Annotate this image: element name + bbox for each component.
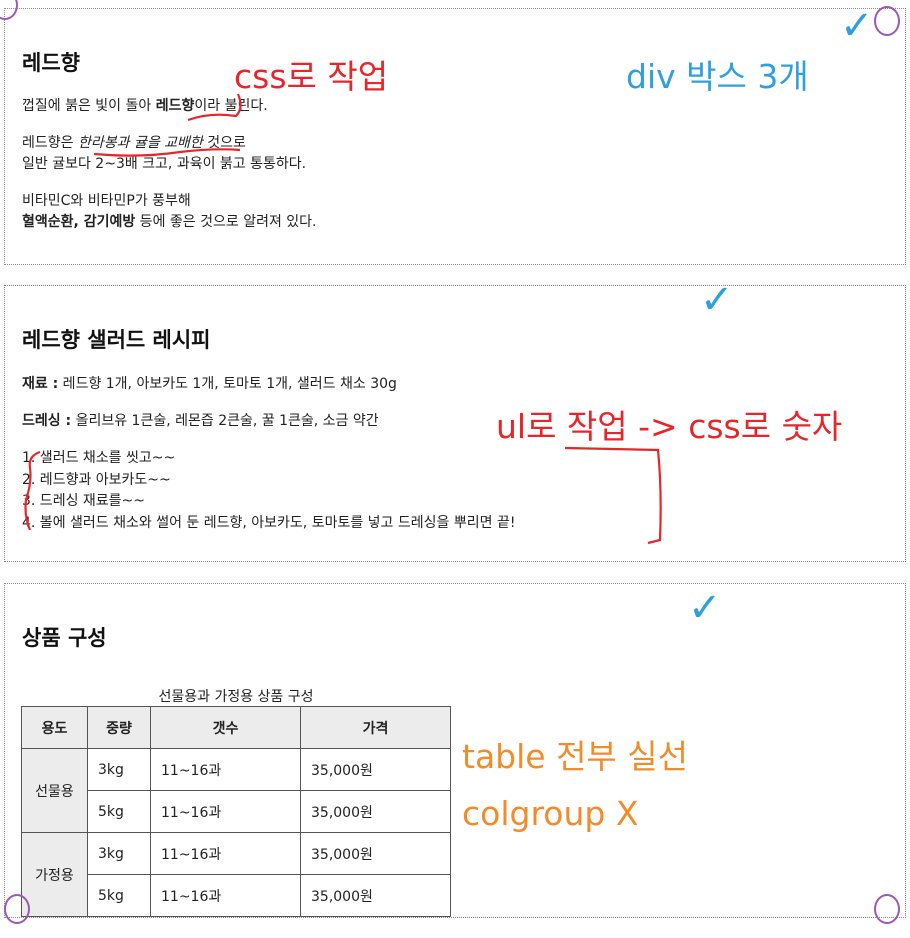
table-header-row: 용도 중량 갯수 가격: [21, 706, 451, 749]
div-boxes-note: div 박스 3개: [626, 57, 809, 96]
price-cell: 35,000원: [300, 790, 451, 833]
weight-cell: 5kg: [87, 874, 151, 917]
products-title: 상품 구성: [22, 626, 107, 650]
header-weight: 중량: [87, 706, 151, 749]
corner-circle-icon: [874, 894, 900, 924]
usage-cell: 가정용: [21, 832, 88, 917]
price-cell: 35,000원: [300, 874, 451, 917]
count-cell: 11~16과: [150, 874, 301, 917]
intro-paragraph-2: 레드향은 한라봉과 귤을 교배한 것으로 일반 귤보다 2~3배 크고, 과육이…: [22, 135, 307, 172]
products-box: 상품 구성 선물용과 가정용 상품 구성 용도 중량 갯수 가격 선물용 3kg…: [4, 583, 906, 918]
intro-paragraph-1: 껍질에 붉은 빛이 돌아 레드향이라 불린다.: [22, 98, 268, 114]
recipe-steps-list: 1. 샐러드 채소를 씻고~~ 2. 레드향과 아보카도~~ 3. 드레싱 재료…: [22, 448, 515, 534]
price-cell: 35,000원: [300, 832, 451, 875]
price-cell: 35,000원: [300, 748, 451, 791]
table-caption: 선물용과 가정용 상품 구성: [158, 689, 314, 705]
css-note: css로 작업: [234, 57, 389, 96]
intro-box: 레드향 껍질에 붉은 빛이 돌아 레드향이라 불린다. 레드향은 한라봉과 귤을…: [4, 8, 906, 265]
intro-emphasis: 한라봉과 귤을 교배한: [77, 135, 203, 151]
table-border-note: table 전부 실선: [462, 737, 688, 776]
list-item: 4. 볼에 샐러드 채소와 썰어 둔 레드향, 아보카도, 토마토를 넣고 드레…: [22, 514, 516, 531]
list-item: 3. 드레싱 재료를~~: [22, 493, 145, 509]
products-table: 선물용과 가정용 상품 구성 용도 중량 갯수 가격 선물용 3kg 11~16…: [21, 690, 451, 917]
weight-cell: 3kg: [87, 748, 151, 791]
intro-strong-name: 레드향: [155, 98, 195, 114]
corner-circle-icon: [874, 6, 900, 36]
usage-cell: 선물용: [21, 748, 88, 833]
weight-cell: 5kg: [87, 790, 151, 833]
intro-paragraph-3: 비타민C와 비타민P가 풍부해 혈액순환, 감기예방 등에 좋은 것으로 알려져…: [22, 193, 317, 230]
header-usage: 용도: [21, 706, 88, 749]
weight-cell: 3kg: [87, 832, 151, 875]
ul-note: ul로 작업 -> css로 숫자: [496, 407, 843, 446]
recipe-title: 레드향 샐러드 레시피: [22, 328, 211, 352]
list-item: 1. 샐러드 채소를 씻고~~: [22, 450, 176, 466]
table-row: 선물용 3kg 11~16과 35,000원: [21, 748, 451, 833]
count-cell: 11~16과: [150, 832, 301, 875]
colgroup-note: colgroup X: [462, 794, 639, 833]
list-item: 2. 레드향과 아보카도~~: [22, 471, 171, 488]
count-cell: 11~16과: [150, 790, 301, 833]
table-row: 가정용 3kg 11~16과 35,000원: [21, 832, 451, 917]
dressing-line: 드레싱 : 올리브유 1큰술, 레몬즙 2큰술, 꿀 1큰술, 소금 약간: [22, 413, 379, 429]
header-count: 갯수: [150, 706, 301, 749]
check-icon: ✓: [700, 277, 734, 323]
header-price: 가격: [300, 706, 451, 749]
check-icon: ✓: [688, 585, 722, 631]
corner-circle-icon: [4, 894, 30, 924]
intro-strong-benefits: 혈액순환, 감기예방: [22, 214, 136, 230]
intro-title: 레드향: [22, 51, 80, 75]
check-icon: ✓: [840, 3, 874, 49]
ingredients-line: 재료 : 레드향 1개, 아보카도 1개, 토마토 1개, 샐러드 채소 30g: [22, 376, 397, 392]
count-cell: 11~16과: [150, 748, 301, 791]
